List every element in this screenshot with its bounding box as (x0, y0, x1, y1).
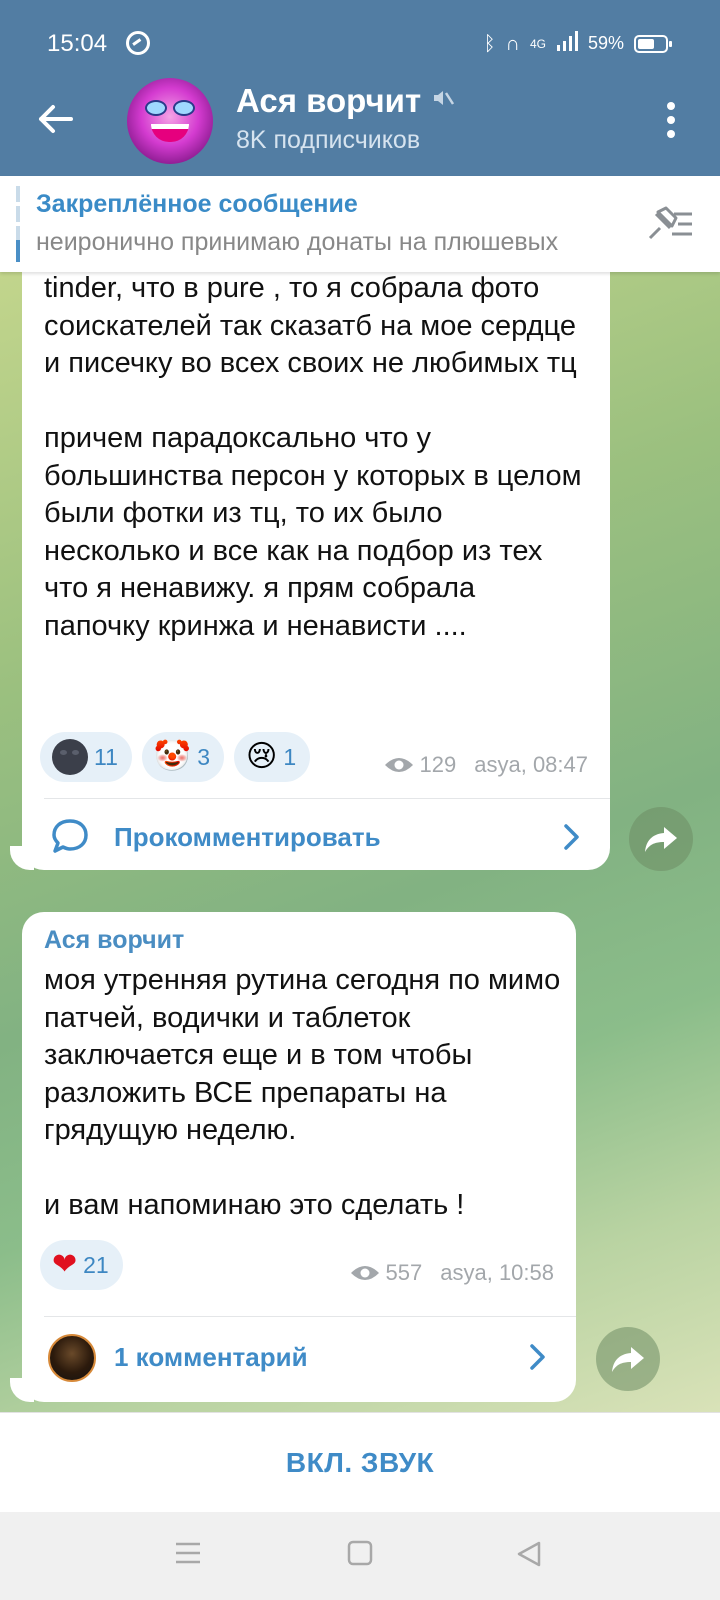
reaction-chip[interactable]: 🤡 3 (141, 732, 225, 782)
square-icon (347, 1540, 373, 1566)
headphones-icon: ∩ (505, 32, 520, 55)
message-meta: 557 asya, 10:58 (350, 1260, 554, 1286)
divider (44, 798, 610, 799)
reaction-chip[interactable]: 😢 1 (234, 732, 311, 782)
message-meta: 129 asya, 08:47 (384, 752, 588, 778)
channel-title[interactable]: Ася ворчит (236, 82, 455, 120)
bluetooth-icon: ᛒ (483, 32, 496, 55)
comment-label: Прокомментировать (114, 822, 381, 852)
eye-icon (350, 1266, 379, 1280)
pinned-list-button[interactable] (644, 204, 696, 244)
back-button[interactable] (30, 94, 80, 144)
message-bubble[interactable]: tinder, что в pure , то я собрала фото с… (22, 272, 610, 870)
reaction-count: 3 (197, 743, 211, 770)
comment-label: 1 комментарий (114, 1342, 308, 1372)
share-arrow-icon (612, 1347, 644, 1372)
comment-bubble-icon (52, 819, 88, 853)
subscriber-count: 8K подписчиков (236, 126, 421, 154)
reaction-count: 11 (94, 743, 118, 770)
channel-avatar[interactable] (127, 78, 213, 164)
status-icons: ᛒ ∩ 4G 59% (483, 31, 672, 56)
recents-button[interactable] (174, 1540, 202, 1571)
dot-icon (667, 130, 675, 138)
home-button[interactable] (347, 1540, 373, 1571)
pinned-text: неиронично принимаю донаты на плюшевых (36, 228, 559, 256)
muted-icon (431, 86, 455, 116)
comment-button[interactable]: Прокомментировать (22, 802, 610, 872)
eye-icon (384, 758, 413, 772)
channel-name: Ася ворчит (236, 82, 422, 119)
new-moon-face-icon (52, 739, 88, 775)
network-type: 4G (529, 36, 546, 51)
view-count: 557 (385, 1260, 423, 1285)
clown-icon: 🤡 (153, 740, 192, 773)
reaction-count: 1 (283, 743, 297, 770)
chat-area[interactable]: tinder, что в pure , то я собрала фото с… (0, 272, 720, 1412)
view-count: 129 (419, 752, 457, 777)
chevron-right-icon (564, 824, 579, 850)
reactions: 11 🤡 3 😢 1 (40, 732, 311, 782)
signal-icon (556, 31, 578, 56)
reaction-chip[interactable]: ❤ 21 (40, 1240, 123, 1290)
triangle-back-icon (517, 1541, 541, 1567)
heart-icon: ❤ (52, 1248, 78, 1281)
reaction-count: 21 (83, 1251, 109, 1278)
chevron-right-icon (530, 1344, 545, 1370)
signature-time: asya, 10:58 (440, 1260, 554, 1285)
system-back-button[interactable] (516, 1540, 542, 1573)
message-text: tinder, что в pure , то я собрала фото с… (44, 272, 582, 642)
menu-lines-icon (176, 1542, 200, 1564)
message-text: моя утренняя рутина сегодня по мимо патч… (44, 964, 561, 1221)
dot-icon (667, 102, 675, 110)
pinned-message-bar[interactable]: Закреплённое сообщение неиронично приним… (0, 176, 720, 272)
share-button[interactable] (596, 1327, 660, 1391)
avatar-eye-right (173, 100, 195, 116)
more-menu-button[interactable] (656, 98, 686, 142)
sync-icon (126, 31, 150, 55)
crying-face-icon: 😢 (246, 740, 278, 773)
battery-icon (634, 34, 672, 53)
pinned-indicator (16, 186, 20, 262)
commenter-avatar (48, 1334, 96, 1382)
message-author[interactable]: Ася ворчит (44, 926, 184, 955)
system-nav-bar (0, 1512, 720, 1600)
message-bubble[interactable]: Ася ворчит моя утренняя рутина сегодня п… (22, 912, 576, 1402)
share-arrow-icon (645, 827, 677, 852)
pinned-title: Закреплённое сообщение (36, 190, 358, 218)
share-button[interactable] (629, 807, 693, 871)
reactions: ❤ 21 (40, 1240, 123, 1290)
avatar-eye-left (145, 100, 167, 116)
dot-icon (667, 116, 675, 124)
unmute-bar[interactable]: ВКЛ. ЗВУК (0, 1412, 720, 1512)
chat-header: 15:04 ᛒ ∩ 4G 59% Ася ворчит 8K подписчик… (0, 0, 720, 176)
pin-list-icon (648, 206, 692, 240)
status-time: 15:04 (47, 30, 108, 57)
unmute-button[interactable]: ВКЛ. ЗВУК (286, 1447, 434, 1479)
comments-button[interactable]: 1 комментарий (22, 1322, 576, 1392)
signature-time: asya, 08:47 (474, 752, 588, 777)
avatar-lips (151, 124, 189, 142)
divider (44, 1316, 576, 1317)
battery-percent: 59% (587, 33, 624, 53)
reaction-chip[interactable]: 11 (40, 732, 132, 782)
status-bar: 15:04 ᛒ ∩ 4G 59% (0, 0, 720, 86)
back-arrow-icon (39, 105, 73, 133)
